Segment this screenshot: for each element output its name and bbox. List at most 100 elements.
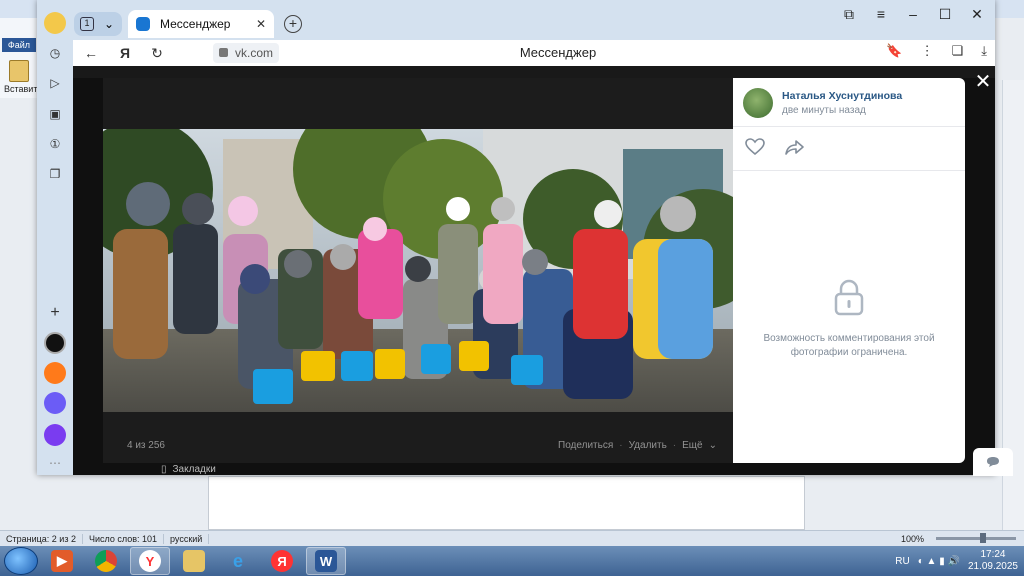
clock-date: 21.09.2025	[967, 561, 1018, 572]
taskbar-chrome[interactable]	[86, 547, 126, 575]
like-heart-icon[interactable]	[745, 138, 765, 156]
yandex-browser-icon: Y	[139, 550, 161, 572]
messenger-icon[interactable]	[44, 392, 66, 414]
group-photo[interactable]	[103, 129, 733, 412]
delete-link[interactable]: Удалить	[629, 440, 667, 451]
menu-icon[interactable]: ≡	[869, 6, 893, 23]
post-time[interactable]: две минуты назад	[782, 105, 902, 116]
tab-messenger[interactable]: Мессенджер ✕	[128, 10, 274, 38]
folder-icon	[183, 550, 205, 572]
maximize-button[interactable]: ☐	[933, 6, 957, 23]
language-indicator[interactable]: русский	[164, 533, 210, 544]
add-icon[interactable]: +	[44, 302, 66, 324]
browser-window: 1 ⌄ Мессенджер ✕ + ⧉ ≡ – ☐ ✕ ◷ ▷ ▣ ① ❐ +…	[37, 0, 1013, 476]
more-icon[interactable]: ⋯	[44, 452, 66, 474]
address-bar: ← Я ↻ vk.com Мессенджер 🔖 ⋮ ❏ ⤓	[73, 40, 995, 66]
close-viewer-icon[interactable]: ✕	[973, 72, 993, 92]
page-title: Мессенджер	[519, 45, 597, 60]
alice-icon[interactable]	[44, 332, 66, 354]
close-window-button[interactable]: ✕	[965, 6, 989, 23]
assistant-icon[interactable]	[44, 424, 66, 446]
photo-footer: 4 из 256 Поделиться · Удалить · Ещё ⌄	[103, 438, 733, 458]
taskbar-word[interactable]: W	[306, 547, 346, 575]
media-player-icon: ▶	[51, 550, 73, 572]
share-arrow-icon[interactable]	[785, 138, 805, 156]
screenshot-icon[interactable]: ▣	[44, 103, 66, 125]
chevron-down-icon: ⌄	[104, 17, 115, 31]
download-icon[interactable]: ⤓	[981, 43, 987, 59]
bookmark-outline-icon: ▯	[161, 464, 167, 475]
tab-bar: 1 ⌄ Мессенджер ✕ + ⧉ ≡ – ☐ ✕	[37, 0, 995, 40]
status-bar: Страница: 2 из 2 Число слов: 101 русский…	[0, 530, 1024, 546]
new-tab-button[interactable]: +	[284, 15, 302, 33]
photo-viewer: 4 из 256 Поделиться · Удалить · Ещё ⌄	[103, 78, 733, 463]
tray-icons[interactable]: ◐ ▲ ▮ 🔊	[918, 556, 960, 567]
file-tab[interactable]: Файл	[2, 38, 36, 52]
author-block[interactable]: Наталья Хуснутдинова две минуты назад	[743, 88, 902, 118]
comments-restricted-message: Возможность комментирования этой фотогра…	[763, 333, 935, 358]
paste-label: Вставит	[4, 84, 38, 94]
reload-icon[interactable]: ↻	[147, 43, 167, 63]
author-name[interactable]: Наталья Хуснутдинова	[782, 90, 902, 102]
browser-sidebar: ◷ ▷ ▣ ① ❐ + ⋯	[37, 0, 73, 475]
zoom-slider[interactable]	[936, 533, 1016, 543]
tab-count: 1	[80, 17, 94, 31]
collections-icon[interactable]: ⧉	[837, 6, 861, 23]
kebab-menu-icon[interactable]: ⋮	[921, 43, 934, 59]
language-indicator[interactable]: RU	[895, 556, 909, 567]
address-actions: 🔖 ⋮ ❏ ⤓	[886, 43, 987, 59]
tab-counter-button[interactable]: 1 ⌄	[74, 12, 122, 36]
yandex-icon[interactable]: Я	[115, 43, 135, 63]
separator: ·	[619, 440, 623, 451]
more-link[interactable]: Ещё	[682, 440, 702, 451]
history-icon[interactable]: ◷	[44, 42, 66, 64]
zoom-level[interactable]: 100%	[895, 534, 930, 544]
play-icon[interactable]: ▷	[44, 72, 66, 94]
divider	[733, 170, 965, 171]
document-page[interactable]	[208, 476, 805, 530]
back-arrow-icon[interactable]: ←	[81, 43, 101, 63]
page-count[interactable]: Страница: 2 из 2	[0, 533, 83, 544]
taskbar-explorer[interactable]	[174, 547, 214, 575]
taskbar-yandex-browser[interactable]: Y	[130, 547, 170, 575]
lock-icon	[834, 279, 864, 316]
vk-header-behind	[73, 66, 995, 78]
clock[interactable]: 17:24 21.09.2025	[968, 549, 1018, 573]
minimize-button[interactable]: –	[901, 6, 925, 23]
copy-icon[interactable]: ❐	[44, 163, 66, 185]
start-button[interactable]	[4, 547, 38, 575]
word-ribbon: Файл Вставит	[0, 18, 40, 98]
clipboard-icon	[9, 60, 29, 82]
paste-button[interactable]: Вставит	[4, 60, 38, 98]
reader-icon[interactable]: ❏	[952, 43, 964, 59]
chat-button[interactable]	[973, 448, 1013, 476]
avatar[interactable]	[743, 88, 773, 118]
bookmark-icon[interactable]: 🔖	[886, 43, 902, 59]
close-tab-icon[interactable]: ✕	[256, 17, 266, 31]
url-field[interactable]: vk.com Мессенджер	[213, 43, 903, 63]
separator: ·	[672, 440, 677, 451]
taskbar-ie[interactable]: e	[218, 547, 258, 575]
divider	[733, 126, 965, 127]
tab-one-icon[interactable]: ①	[44, 133, 66, 155]
chrome-icon	[95, 550, 117, 572]
clock-time: 17:24	[980, 549, 1006, 560]
chat-bubble-icon	[987, 457, 999, 467]
system-tray: RU ◐ ▲ ▮ 🔊 17:24 21.09.2025	[895, 549, 1024, 573]
mail-icon[interactable]	[44, 362, 66, 384]
word-icon: W	[315, 550, 337, 572]
taskbar-media-player[interactable]: ▶	[42, 547, 82, 575]
tab-title: Мессенджер	[160, 17, 231, 31]
reaction-bar	[745, 138, 805, 156]
window-controls: ⧉ ≡ – ☐ ✕	[837, 6, 989, 23]
page-content: 4 из 256 Поделиться · Удалить · Ещё ⌄ ▯ …	[73, 66, 1013, 476]
internet-explorer-icon: e	[232, 550, 243, 571]
word-count[interactable]: Число слов: 101	[83, 533, 165, 544]
yandex-icon: Я	[271, 550, 293, 572]
taskbar-yandex[interactable]: Я	[262, 547, 302, 575]
profile-avatar[interactable]	[44, 12, 66, 34]
taskbar: ▶ Y e Я W RU ◐ ▲ ▮ 🔊 17:24 21.09.2025	[0, 546, 1024, 576]
vk-favicon-icon	[136, 17, 150, 31]
bookmarks-strip[interactable]: ▯ Закладки	[161, 464, 216, 475]
share-link[interactable]: Поделиться	[558, 440, 613, 451]
